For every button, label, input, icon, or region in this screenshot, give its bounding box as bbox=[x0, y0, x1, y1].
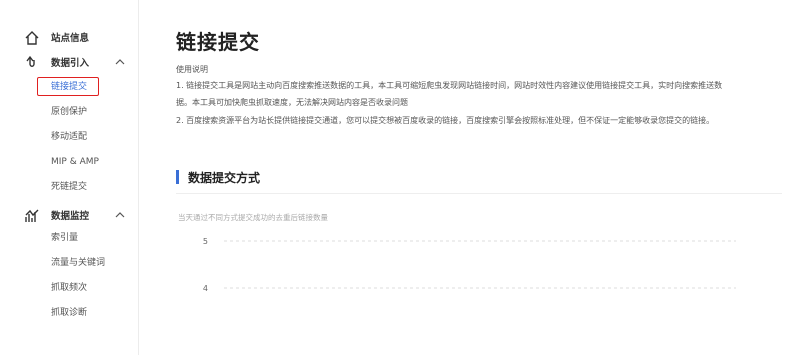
sidebar-item-crawl-diagnosis[interactable]: 抓取诊断 bbox=[51, 306, 87, 320]
sidebar-item-original-protect[interactable]: 原创保护 bbox=[51, 105, 87, 119]
description-line: 1. 链接提交工具是网站主动向百度搜索推送数据的工具，本工具可缩短爬虫发现网站链… bbox=[176, 81, 723, 90]
home-icon bbox=[25, 31, 39, 45]
sidebar-item-mobile-adapt[interactable]: 移动适配 bbox=[51, 130, 87, 144]
sidebar-group-data-import[interactable]: 数据引入 bbox=[0, 52, 138, 74]
sidebar-item-crawl-frequency[interactable]: 抓取频次 bbox=[51, 281, 87, 295]
data-monitor-icon bbox=[25, 209, 39, 222]
section-divider bbox=[176, 193, 782, 194]
sidebar-item-traffic-keywords[interactable]: 流量与关键词 bbox=[51, 256, 105, 270]
y-tick-label: 4 bbox=[203, 284, 208, 293]
section-accent-bar bbox=[176, 170, 179, 184]
sidebar-group-label: 数据监控 bbox=[51, 211, 90, 222]
chart-title: 当天通过不同方式提交成功的去重后链接数量 bbox=[178, 213, 328, 222]
chevron-up-icon[interactable] bbox=[115, 58, 125, 66]
sidebar-item-index[interactable]: 索引量 bbox=[51, 231, 78, 245]
section-title: 数据提交方式 bbox=[188, 171, 261, 185]
sidebar: 站点信息 数据引入 链接提交 原创保护 移动适配 MIP & AMP 死链提交 … bbox=[0, 0, 139, 355]
y-tick-label: 5 bbox=[203, 237, 208, 246]
sidebar-item-link-submit[interactable]: 链接提交 bbox=[51, 80, 87, 94]
description-line: 2. 百度搜索资源平台为站长提供链接提交通道，您可以提交想被百度收录的链接，百度… bbox=[176, 116, 715, 125]
usage-title: 使用说明 bbox=[176, 65, 208, 74]
sidebar-group-data-monitor[interactable]: 数据监控 bbox=[0, 205, 138, 227]
sidebar-item-dead-link[interactable]: 死链提交 bbox=[51, 180, 87, 194]
sidebar-site-info[interactable]: 站点信息 bbox=[0, 27, 138, 49]
description-line: 据。本工具可加快爬虫抓取速度，无法解决网站内容是否收录问题 bbox=[176, 98, 408, 107]
sidebar-item-mip-amp[interactable]: MIP & AMP bbox=[51, 155, 99, 169]
chart: 54 bbox=[203, 237, 736, 293]
sidebar-group-label: 数据引入 bbox=[51, 58, 90, 69]
sidebar-site-info-label: 站点信息 bbox=[51, 33, 90, 44]
chevron-up-icon[interactable] bbox=[115, 211, 125, 219]
page-title: 链接提交 bbox=[176, 30, 260, 54]
data-import-icon bbox=[26, 55, 35, 67]
